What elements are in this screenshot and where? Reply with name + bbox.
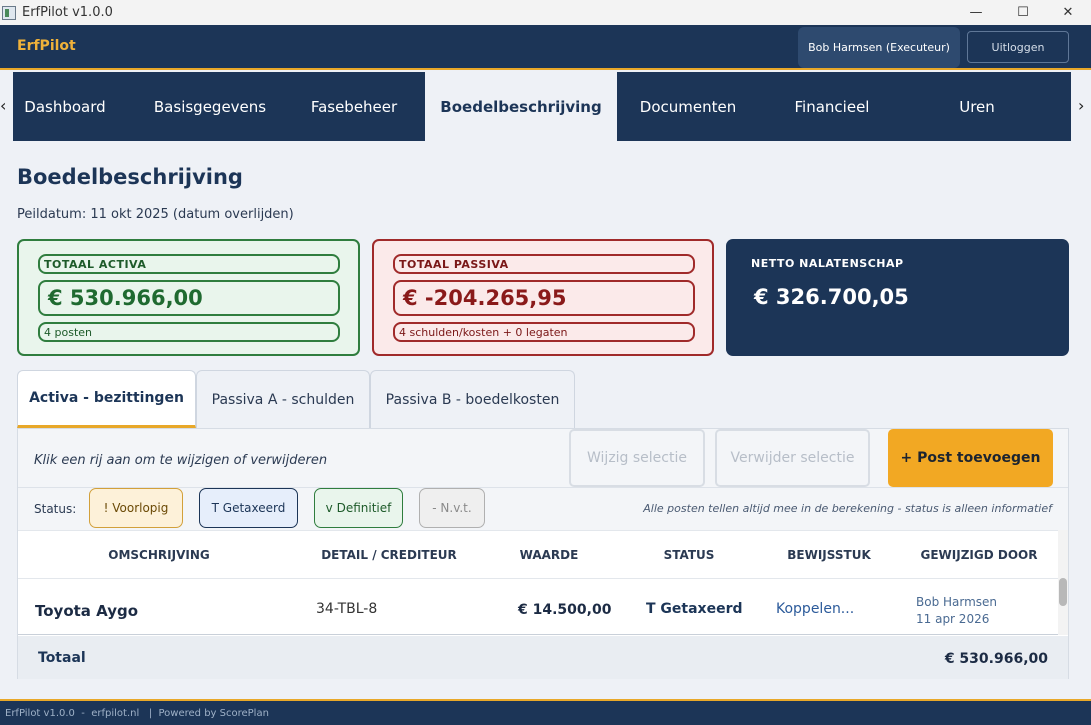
toolbar-hint: Klik een rij aan om te wijzigen of verwi…	[34, 453, 328, 468]
tab-activa[interactable]: Activa - bezittingen	[17, 370, 196, 428]
cell-door-date: 11 apr 2026	[916, 612, 990, 626]
cell-omschrijving: Toyota Aygo	[35, 602, 139, 620]
activa-panel: Klik een rij aan om te wijzigen of verwi…	[17, 428, 1069, 679]
logout-button[interactable]: Uitloggen	[967, 31, 1069, 63]
table-header: OMSCHRIJVING DETAIL / CREDITEUR WAARDE S…	[18, 530, 1058, 579]
netto-summary-card: NETTO NALATENSCHAP € 326.700,05	[726, 239, 1069, 356]
status-chip-voorlopig[interactable]: ! Voorlopig	[89, 488, 183, 528]
tab-financieel[interactable]: Financieel	[779, 72, 885, 141]
netto-label: NETTO NALATENSCHAP	[751, 257, 904, 270]
maximize-icon[interactable]: ☐	[1000, 0, 1046, 25]
main-nav: ‹ Dashboard Basisgegevens Fasebeheer Boe…	[0, 72, 1091, 141]
tab-uren[interactable]: Uren	[935, 72, 1019, 141]
cell-door-name: Bob Harmsen	[916, 595, 998, 609]
table-toolbar: Klik een rij aan om te wijzigen of verwi…	[18, 429, 1068, 488]
nav-tab-strip: Dashboard Basisgegevens Fasebeheer Boede…	[13, 72, 1071, 141]
table-scrollbar[interactable]	[1058, 530, 1068, 635]
cell-detail: 34-TBL-8	[316, 601, 378, 617]
cell-waarde: € 14.500,00	[518, 602, 612, 618]
window-titlebar: ErfPilot v1.0.0 — ☐ ✕	[0, 0, 1091, 25]
scrollbar-thumb[interactable]	[1059, 578, 1067, 606]
tab-boedelbeschrijving[interactable]: Boedelbeschrijving	[425, 72, 617, 141]
passiva-count: 4 schulden/kosten + 0 legaten	[393, 322, 695, 342]
status-filter-bar: Status: ! Voorlopig T Getaxeerd v Defini…	[18, 488, 1068, 530]
activa-amount: € 530.966,00	[38, 280, 340, 316]
delete-selection-button[interactable]: Verwijder selectie	[715, 429, 870, 487]
app-icon	[2, 5, 16, 20]
status-chip-getaxeerd[interactable]: T Getaxeerd	[199, 488, 298, 528]
tab-passiva-a[interactable]: Passiva A - schulden	[196, 370, 370, 428]
status-note: Alle posten tellen altijd mee in de bere…	[643, 502, 1052, 515]
tab-passiva-b[interactable]: Passiva B - boedelkosten	[370, 370, 575, 428]
col-gewijzigd-door[interactable]: GEWIJZIGD DOOR	[921, 548, 1038, 562]
footer-text: ErfPilot v1.0.0 - erfpilot.nl | Powered …	[5, 707, 269, 719]
status-label: Status:	[34, 502, 77, 516]
passiva-summary-card: TOTAAL PASSIVA € -204.265,95 4 schulden/…	[372, 239, 714, 356]
status-chip-definitief[interactable]: v Definitief	[314, 488, 403, 528]
cell-status: T Getaxeerd	[646, 601, 743, 617]
activa-label: TOTAAL ACTIVA	[38, 254, 340, 274]
peildatum-text: Peildatum: 11 okt 2025 (datum overlijden…	[17, 207, 294, 222]
status-chip-nvt[interactable]: - N.v.t.	[419, 488, 485, 528]
col-bewijsstuk[interactable]: BEWIJSSTUK	[787, 548, 870, 562]
brand-logo: ErfPilot	[17, 38, 76, 54]
window-title: ErfPilot v1.0.0	[22, 5, 113, 20]
col-status[interactable]: STATUS	[664, 548, 715, 562]
tab-fasebeheer[interactable]: Fasebeheer	[298, 72, 410, 141]
app-footer: ErfPilot v1.0.0 - erfpilot.nl | Powered …	[0, 699, 1091, 725]
table-row[interactable]: Toyota Aygo 34-TBL-8 € 14.500,00 T Getax…	[18, 579, 1058, 635]
total-value: € 530.966,00	[944, 651, 1048, 667]
activa-summary-card: TOTAAL ACTIVA € 530.966,00 4 posten	[17, 239, 360, 356]
table-total-row: Totaal € 530.966,00	[18, 636, 1068, 679]
activa-count: 4 posten	[38, 322, 340, 342]
user-badge: Bob Harmsen (Executeur)	[798, 27, 960, 68]
passiva-amount: € -204.265,95	[393, 280, 695, 316]
col-detail[interactable]: DETAIL / CREDITEUR	[321, 548, 457, 562]
add-post-button[interactable]: + Post toevoegen	[888, 429, 1053, 487]
cell-gewijzigd-door: Bob Harmsen 11 apr 2026	[916, 594, 997, 628]
col-waarde[interactable]: WAARDE	[520, 548, 579, 562]
nav-prev-icon[interactable]: ‹	[0, 96, 6, 115]
netto-amount: € 326.700,05	[754, 285, 909, 309]
tab-dashboard[interactable]: Dashboard	[13, 72, 117, 141]
close-icon[interactable]: ✕	[1045, 0, 1091, 25]
total-label: Totaal	[38, 650, 86, 666]
edit-selection-button[interactable]: Wijzig selectie	[569, 429, 705, 487]
passiva-label: TOTAAL PASSIVA	[393, 254, 695, 274]
col-omschrijving[interactable]: OMSCHRIJVING	[108, 548, 209, 562]
page-title: Boedelbeschrijving	[17, 165, 243, 189]
app-header: ErfPilot Bob Harmsen (Executeur) Uitlogg…	[0, 25, 1091, 70]
link-bewijsstuk[interactable]: Koppelen...	[776, 601, 854, 617]
tab-documenten[interactable]: Documenten	[627, 72, 749, 141]
minimize-icon[interactable]: —	[953, 0, 999, 25]
tab-basisgegevens[interactable]: Basisgegevens	[137, 72, 283, 141]
nav-next-icon[interactable]: ›	[1078, 96, 1084, 115]
